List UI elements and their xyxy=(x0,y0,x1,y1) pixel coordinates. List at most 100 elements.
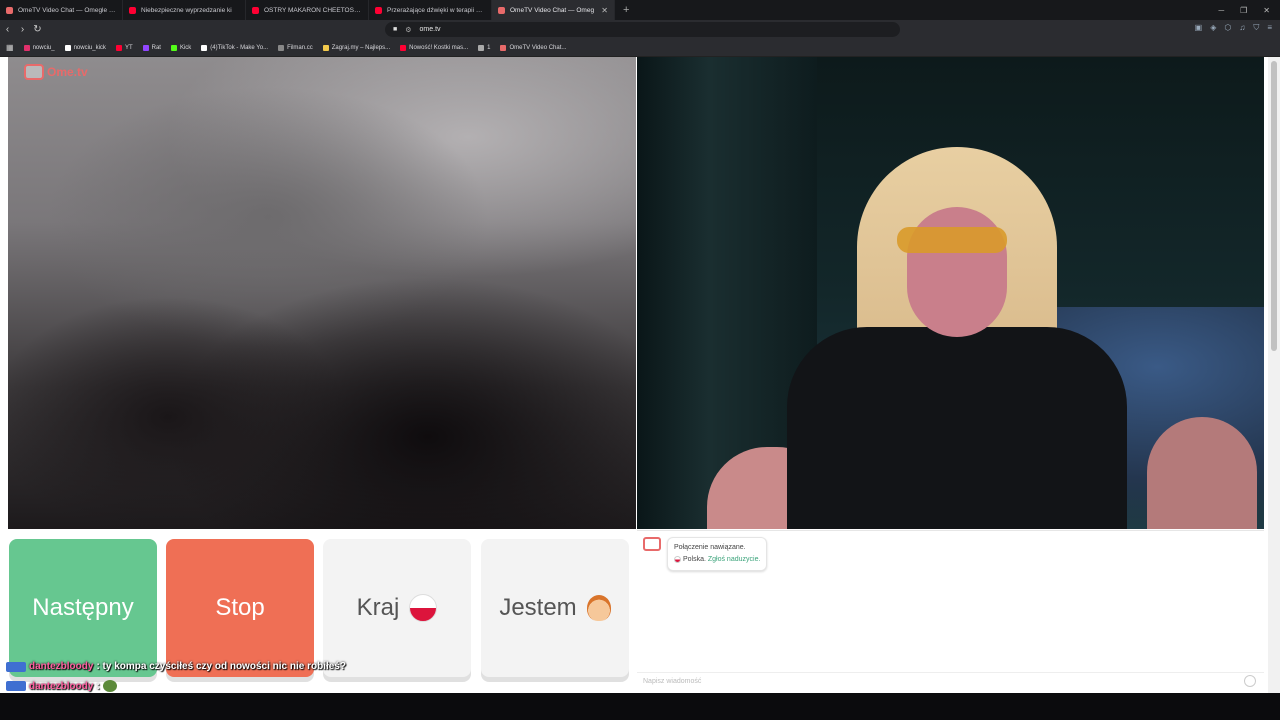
next-label: Następny xyxy=(32,594,134,621)
tab-favicon-icon xyxy=(6,6,13,14)
bookmark-item[interactable]: YT xyxy=(115,44,133,51)
connection-text: Połączenie nawiązane. xyxy=(674,544,746,551)
chat-message: : ty kompa czyściłeś czy od nowości nic … xyxy=(96,661,346,672)
bookmark-item[interactable]: Filman.cc xyxy=(278,44,313,51)
url-field[interactable]: ■ ⚙ ome.tv xyxy=(385,22,900,37)
system-bubble: Połączenie nawiązane. Polska. Zgłoś nadu… xyxy=(667,537,768,571)
new-tab-icon[interactable]: + xyxy=(615,4,637,16)
message-input[interactable]: Napisz wiadomość xyxy=(637,672,1264,690)
reload-icon[interactable]: ↻ xyxy=(30,24,45,35)
site-info-icon[interactable]: ⚙ xyxy=(405,26,411,34)
tab-3[interactable]: Przerażające dźwięki w terapii manu xyxy=(369,0,492,20)
tab-favicon-icon xyxy=(498,6,505,14)
window-controls: ─ ❐ ✕ xyxy=(1218,0,1280,20)
gender-button[interactable]: Jestem xyxy=(481,539,629,677)
chat-badge-icon xyxy=(6,661,26,672)
youtube-icon xyxy=(375,6,382,14)
back-icon[interactable]: ‹ xyxy=(0,24,15,35)
chat-username: dantezbloody xyxy=(29,680,94,692)
instagram-icon xyxy=(23,44,30,51)
bookmark-label: nowciu_ xyxy=(32,44,55,51)
gender-label: Jestem xyxy=(499,594,577,621)
person-arm xyxy=(1147,417,1257,529)
bookmark-item[interactable]: Nowość! Kostki mas... xyxy=(400,44,469,51)
stranger-video: Ome.tv xyxy=(8,57,636,529)
tab-1[interactable]: Niebezpieczne wyprzedzanie ki xyxy=(123,0,246,20)
youtube-icon xyxy=(400,44,407,51)
poland-flag-icon xyxy=(409,594,438,622)
frog-emote-icon xyxy=(102,680,117,692)
browser-chrome: OmeTV Video Chat — Omegle Rand Niebezpie… xyxy=(0,0,1280,57)
tab-0[interactable]: OmeTV Video Chat — Omegle Rand xyxy=(0,0,123,20)
bookmark-item[interactable]: Kick xyxy=(170,44,191,51)
country-label: Kraj xyxy=(356,594,400,621)
next-button[interactable]: Następny xyxy=(9,539,157,677)
shield-icon[interactable]: ⛉ xyxy=(1253,23,1259,33)
zagraj-icon xyxy=(322,44,329,51)
kick-icon xyxy=(170,44,177,51)
self-video xyxy=(637,57,1264,529)
stop-label: Stop xyxy=(215,594,265,621)
tab-title: Niebezpieczne wyprzedzanie ki xyxy=(141,6,232,14)
music-icon[interactable]: ♫ xyxy=(1239,23,1245,33)
tab-bar: OmeTV Video Chat — Omegle Rand Niebezpie… xyxy=(0,0,1280,20)
bookmark-label: Rat xyxy=(151,44,161,51)
tab-2[interactable]: OSTRY MAKARON CHEETOS - TEST xyxy=(246,0,369,20)
filman-icon xyxy=(278,44,285,51)
youtube-icon xyxy=(115,44,122,51)
minimize-icon[interactable]: ─ xyxy=(1218,6,1224,15)
bookmark-label: 1 xyxy=(487,44,491,51)
extension-icon[interactable]: ⬡ xyxy=(1224,23,1231,33)
close-tab-icon[interactable]: ✕ xyxy=(601,6,608,15)
restore-icon[interactable]: ❐ xyxy=(1240,6,1247,15)
tv-icon xyxy=(24,64,44,80)
bookmark-label: nowciu_kick xyxy=(73,44,106,51)
close-window-icon[interactable]: ✕ xyxy=(1263,6,1270,15)
bookmark-item[interactable]: Zagraj.my – Najleps... xyxy=(322,44,390,51)
forward-icon[interactable]: › xyxy=(15,24,30,35)
bookmark-item[interactable]: nowciu_ xyxy=(23,44,55,51)
poland-flag-icon xyxy=(674,555,681,563)
x-icon xyxy=(64,44,71,51)
bookmark-item[interactable]: nowciu_kick xyxy=(64,44,106,51)
stream-chat-line: dantezbloody : ty kompa czyściłeś czy od… xyxy=(6,661,346,672)
bookmark-item[interactable]: Rat xyxy=(142,44,161,51)
tab-4-active[interactable]: OmeTV Video Chat — Omeg ✕ xyxy=(492,0,615,20)
report-abuse-link[interactable]: Zgłoś naduzycie. xyxy=(708,556,761,563)
globe-icon xyxy=(478,44,485,51)
ometv-icon xyxy=(500,44,507,51)
stop-button[interactable]: Stop xyxy=(166,539,314,677)
chat-panel: Połączenie nawiązane. Polska. Zgłoś nadu… xyxy=(637,530,1264,690)
scrollbar-thumb[interactable] xyxy=(1271,61,1277,351)
page-scrollbar[interactable] xyxy=(1268,57,1280,693)
extension-icon[interactable]: ▣ xyxy=(1195,23,1203,33)
bookmark-item[interactable]: 1 xyxy=(478,44,491,51)
tab-title: Przerażające dźwięki w terapii manu xyxy=(387,6,485,14)
person-shirt xyxy=(787,327,1127,529)
apps-icon[interactable]: ▦ xyxy=(6,43,14,52)
message-placeholder: Napisz wiadomość xyxy=(643,678,702,685)
bookmark-label: Nowość! Kostki mas... xyxy=(409,44,469,51)
youtube-icon xyxy=(129,6,136,14)
extension-icon[interactable]: ◈ xyxy=(1210,23,1216,33)
url-text: ome.tv xyxy=(419,26,441,33)
bookmark-label: OmeTV Video Chat... xyxy=(509,44,567,51)
bookmark-label: (4)TikTok - Make Yo... xyxy=(210,44,269,51)
country-button[interactable]: Kraj xyxy=(323,539,471,677)
ometv-page: Ome.tv Następny Stop Kraj Jestem Połącze… xyxy=(0,57,1280,693)
country-text: Polska. xyxy=(682,556,706,563)
stream-chat-line: dantezbloody : xyxy=(6,680,117,692)
emoji-icon[interactable] xyxy=(1244,675,1256,687)
bookmark-item[interactable]: (4)TikTok - Make Yo... xyxy=(201,44,269,51)
chat-message: : xyxy=(96,680,100,692)
bookmarks-bar: ▦ nowciu_ nowciu_kick YT Rat Kick (4)Tik… xyxy=(0,39,1280,57)
twitch-icon xyxy=(142,44,149,51)
boy-icon xyxy=(586,595,611,621)
ometv-logo: Ome.tv xyxy=(24,64,88,80)
bookmark-item[interactable]: OmeTV Video Chat... xyxy=(500,44,567,51)
youtube-icon xyxy=(252,6,259,14)
bookmark-icon[interactable]: ■ xyxy=(393,26,397,33)
extensions-area: ▣ ◈ ⬡ ♫ ⛉ ≡ xyxy=(1195,23,1272,33)
person-glasses xyxy=(897,227,1007,253)
menu-icon[interactable]: ≡ xyxy=(1267,23,1272,33)
